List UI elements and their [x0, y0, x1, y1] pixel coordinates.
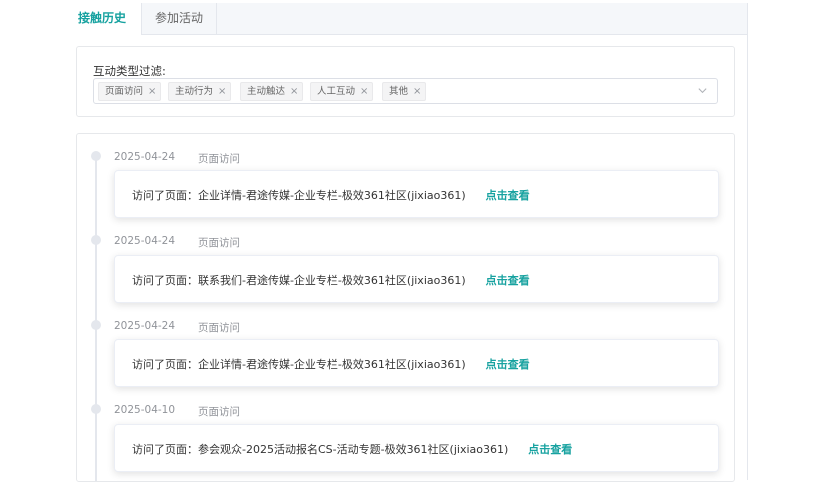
close-icon[interactable]: ×	[360, 86, 368, 97]
chevron-down-icon[interactable]	[697, 85, 708, 96]
timeline-entry: 访问了页面：企业详情-君途传媒-企业专栏-极效361社区(jixiao361) 点…	[114, 339, 719, 387]
filter-card: 互动类型过滤: 页面访问 × 主动行为 × 主动触达 × 人工互动 × 其他 ×	[76, 46, 735, 117]
timeline-card: 2025-04-24 页面访问 访问了页面：企业详情-君途传媒-企业专栏-极效3…	[76, 133, 735, 482]
entry-description: 访问了页面：企业详情-君途传媒-企业专栏-极效361社区(jixiao361)	[132, 358, 466, 371]
filter-tag: 人工互动 ×	[310, 82, 374, 101]
filter-tag: 页面访问 ×	[98, 82, 162, 101]
interaction-type-select[interactable]: 页面访问 × 主动行为 × 主动触达 × 人工互动 × 其他 ×	[93, 78, 718, 104]
filter-tag-label: 主动触达	[247, 86, 286, 97]
timeline-type: 页面访问	[198, 322, 240, 334]
entry-description: 访问了页面：联系我们-君途传媒-企业专栏-极效361社区(jixiao361)	[132, 274, 466, 287]
timeline-dot	[91, 320, 101, 330]
timeline-type: 页面访问	[198, 237, 240, 249]
filter-tag-label: 其他	[389, 86, 409, 97]
view-link[interactable]: 点击查看	[486, 189, 530, 202]
timeline-dot	[91, 404, 101, 414]
filter-tag: 主动行为 ×	[168, 82, 232, 101]
filter-tag-label: 人工互动	[317, 86, 356, 97]
entry-description: 访问了页面：参会观众-2025活动报名CS-活动专题-极效361社区(jixia…	[132, 443, 509, 456]
timeline-line	[95, 156, 97, 481]
tab-contact-history[interactable]: 接触历史	[63, 3, 141, 35]
timeline-dot	[91, 235, 101, 245]
timeline-entry-text: 访问了页面：企业详情-君途传媒-企业专栏-极效361社区(jixiao361) 点…	[132, 187, 530, 203]
timeline-date: 2025-04-24	[114, 320, 176, 332]
timeline-entry-text: 访问了页面：企业详情-君途传媒-企业专栏-极效361社区(jixiao361) 点…	[132, 356, 530, 372]
filter-tag: 其他 ×	[382, 82, 427, 101]
timeline-type: 页面访问	[198, 406, 240, 418]
close-icon[interactable]: ×	[148, 86, 156, 97]
contact-panel: 接触历史 参加活动 互动类型过滤: 页面访问 × 主动行为 × 主动触达 × 人工互动…	[63, 3, 748, 482]
entry-description: 访问了页面：企业详情-君途传媒-企业专栏-极效361社区(jixiao361)	[132, 189, 466, 202]
tab-activities[interactable]: 参加活动	[142, 3, 216, 34]
filter-tag-label: 页面访问	[105, 86, 144, 97]
view-link[interactable]: 点击查看	[486, 274, 530, 287]
timeline-type: 页面访问	[198, 153, 240, 165]
timeline-dot	[91, 151, 101, 161]
timeline-entry: 访问了页面：参会观众-2025活动报名CS-活动专题-极效361社区(jixia…	[114, 424, 719, 472]
timeline-entry-text: 访问了页面：联系我们-君途传媒-企业专栏-极效361社区(jixiao361) 点…	[132, 272, 530, 288]
filter-label: 互动类型过滤:	[93, 64, 166, 78]
timeline-date: 2025-04-10	[114, 404, 176, 416]
view-link[interactable]: 点击查看	[528, 443, 572, 456]
filter-tag-label: 主动行为	[175, 86, 214, 97]
view-link[interactable]: 点击查看	[486, 358, 530, 371]
tab-divider	[216, 3, 217, 34]
timeline-entry-text: 访问了页面：参会观众-2025活动报名CS-活动专题-极效361社区(jixia…	[132, 441, 572, 457]
close-icon[interactable]: ×	[218, 86, 226, 97]
filter-tag: 主动触达 ×	[240, 82, 304, 101]
tab-bar: 接触历史 参加活动	[63, 3, 747, 35]
timeline-entry: 访问了页面：企业详情-君途传媒-企业专栏-极效361社区(jixiao361) 点…	[114, 170, 719, 218]
timeline-date: 2025-04-24	[114, 235, 176, 247]
timeline-date: 2025-04-24	[114, 151, 176, 163]
timeline-entry: 访问了页面：联系我们-君途传媒-企业专栏-极效361社区(jixiao361) 点…	[114, 255, 719, 303]
close-icon[interactable]: ×	[413, 86, 421, 97]
close-icon[interactable]: ×	[290, 86, 298, 97]
